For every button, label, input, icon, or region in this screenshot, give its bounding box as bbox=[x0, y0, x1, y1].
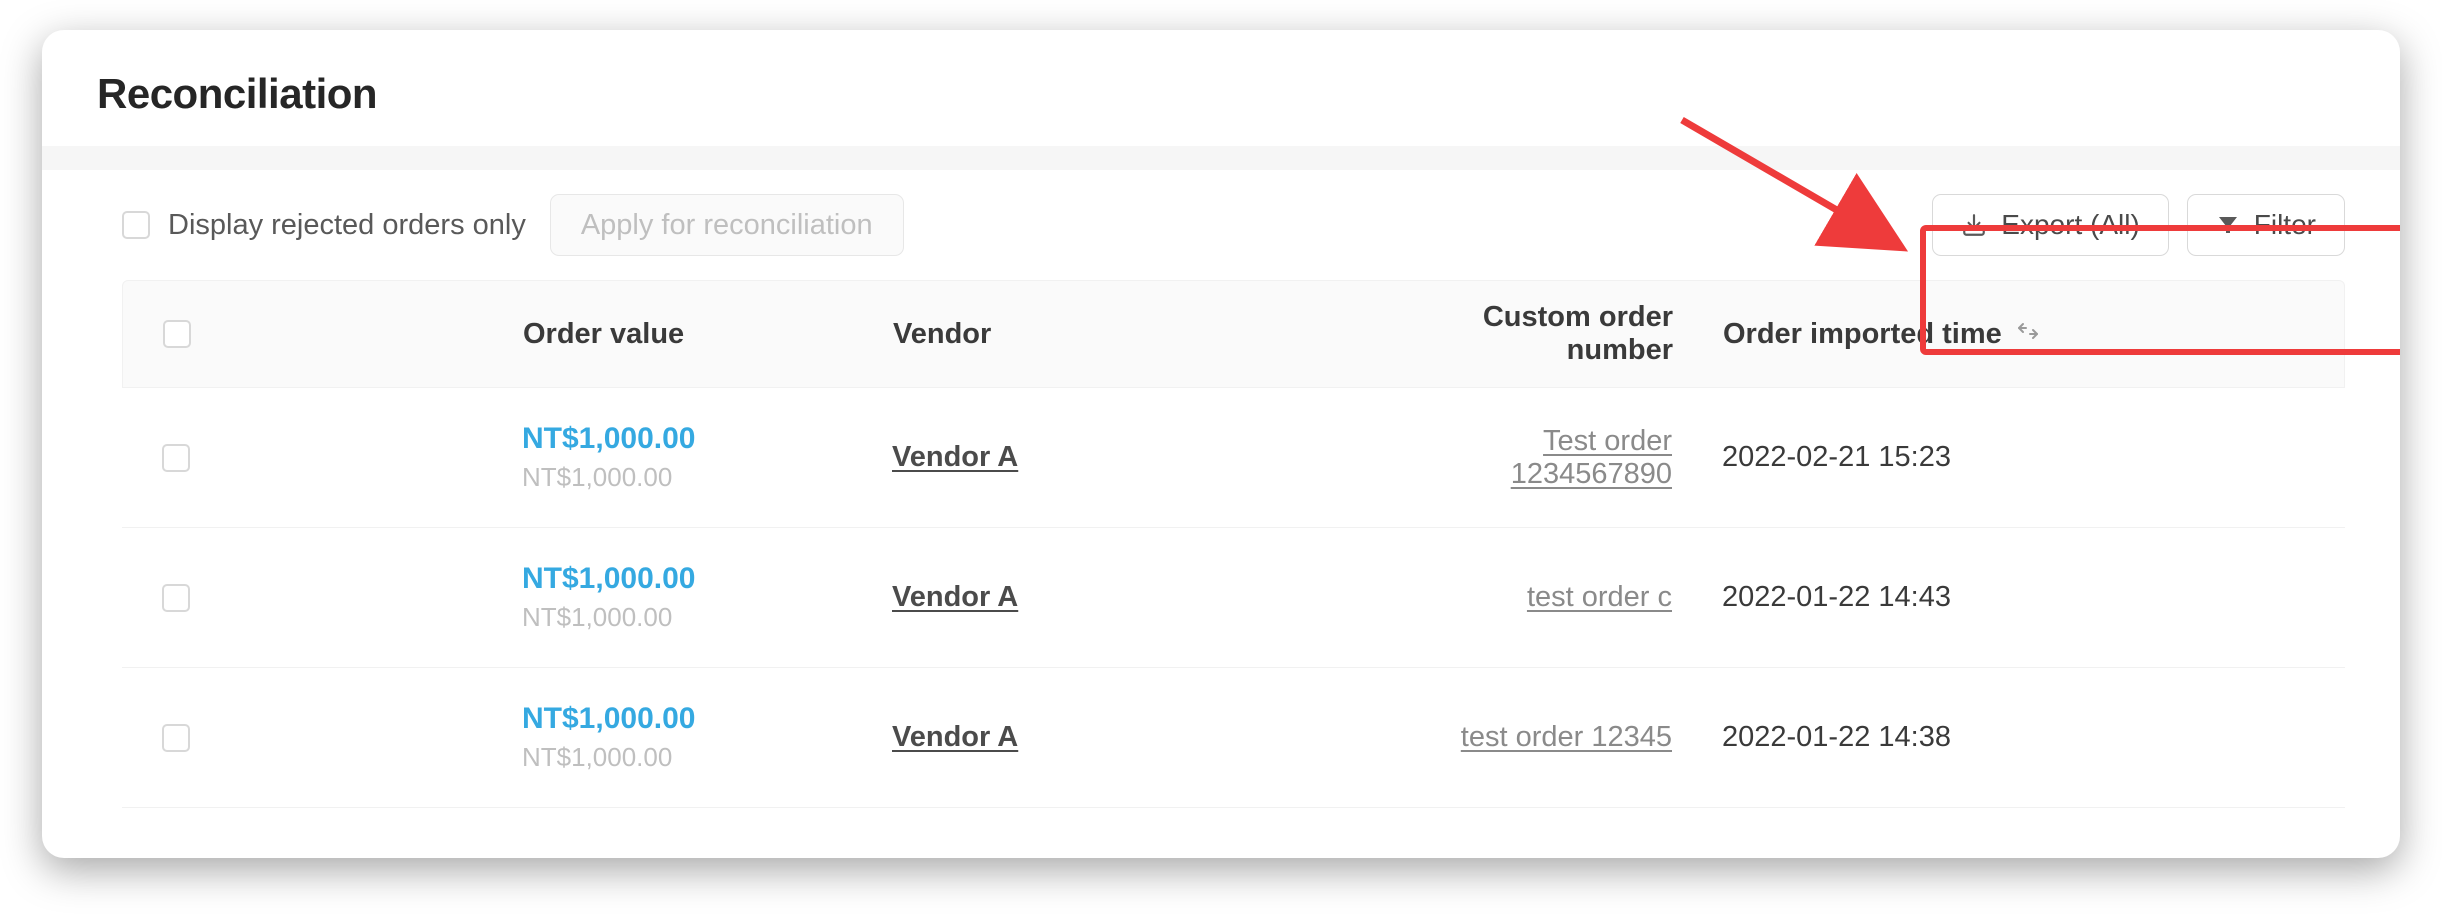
reconciliation-card: Reconciliation Display rejected orders o… bbox=[42, 30, 2400, 858]
export-button-label: Export (All) bbox=[2001, 209, 2139, 241]
col-order-value: Order value bbox=[523, 318, 893, 351]
cell-order-value: NT$1,000.00 NT$1,000.00 bbox=[522, 702, 892, 773]
controls-bar: Display rejected orders only Apply for r… bbox=[42, 170, 2400, 280]
select-all-checkbox[interactable] bbox=[163, 320, 191, 348]
orders-table: Order value Vendor Custom order number O… bbox=[42, 280, 2400, 808]
cell-imported-time: 2022-01-22 14:43 bbox=[1722, 581, 2305, 614]
cell-order-value: NT$1,000.00 NT$1,000.00 bbox=[522, 562, 892, 633]
table-header: Order value Vendor Custom order number O… bbox=[122, 280, 2345, 388]
col-imported-time[interactable]: Order imported time bbox=[1723, 318, 2304, 351]
order-value-primary: NT$1,000.00 bbox=[522, 422, 892, 456]
sort-icon bbox=[2016, 318, 2040, 351]
col-vendor: Vendor bbox=[893, 318, 1433, 351]
filter-icon bbox=[2216, 213, 2240, 237]
row-checkbox[interactable] bbox=[162, 584, 190, 612]
page-title: Reconciliation bbox=[97, 70, 2345, 118]
col-custom-order: Custom order number bbox=[1433, 301, 1723, 367]
table-row: NT$1,000.00 NT$1,000.00 Vendor A Test or… bbox=[122, 388, 2345, 528]
custom-order-link[interactable]: Test order 1234567890 bbox=[1511, 425, 1672, 490]
cell-imported-time: 2022-02-21 15:23 bbox=[1722, 441, 2305, 474]
vendor-link[interactable]: Vendor A bbox=[892, 721, 1018, 753]
order-value-secondary: NT$1,000.00 bbox=[522, 742, 892, 773]
custom-order-link[interactable]: test order c bbox=[1527, 581, 1672, 613]
custom-order-link[interactable]: test order 12345 bbox=[1461, 721, 1672, 753]
table-row: NT$1,000.00 NT$1,000.00 Vendor A test or… bbox=[122, 668, 2345, 808]
col-imported-time-label: Order imported time bbox=[1723, 318, 2002, 351]
export-button[interactable]: Export (All) bbox=[1932, 194, 2168, 256]
order-value-primary: NT$1,000.00 bbox=[522, 702, 892, 736]
rejected-only-checkbox[interactable] bbox=[122, 211, 150, 239]
row-checkbox[interactable] bbox=[162, 444, 190, 472]
order-value-secondary: NT$1,000.00 bbox=[522, 462, 892, 493]
filter-button-label: Filter bbox=[2254, 209, 2316, 241]
cell-imported-time: 2022-01-22 14:38 bbox=[1722, 721, 2305, 754]
cell-order-value: NT$1,000.00 NT$1,000.00 bbox=[522, 422, 892, 493]
row-checkbox[interactable] bbox=[162, 724, 190, 752]
rejected-only-label: Display rejected orders only bbox=[168, 209, 526, 242]
section-divider bbox=[42, 146, 2400, 170]
action-button-group: Export (All) Filter bbox=[1932, 194, 2345, 256]
vendor-link[interactable]: Vendor A bbox=[892, 581, 1018, 613]
order-value-primary: NT$1,000.00 bbox=[522, 562, 892, 596]
filter-button[interactable]: Filter bbox=[2187, 194, 2345, 256]
download-icon bbox=[1961, 212, 1987, 238]
table-row: NT$1,000.00 NT$1,000.00 Vendor A test or… bbox=[122, 528, 2345, 668]
vendor-link[interactable]: Vendor A bbox=[892, 441, 1018, 473]
apply-reconciliation-button: Apply for reconciliation bbox=[550, 194, 904, 256]
apply-reconciliation-label: Apply for reconciliation bbox=[581, 209, 873, 242]
order-value-secondary: NT$1,000.00 bbox=[522, 602, 892, 633]
